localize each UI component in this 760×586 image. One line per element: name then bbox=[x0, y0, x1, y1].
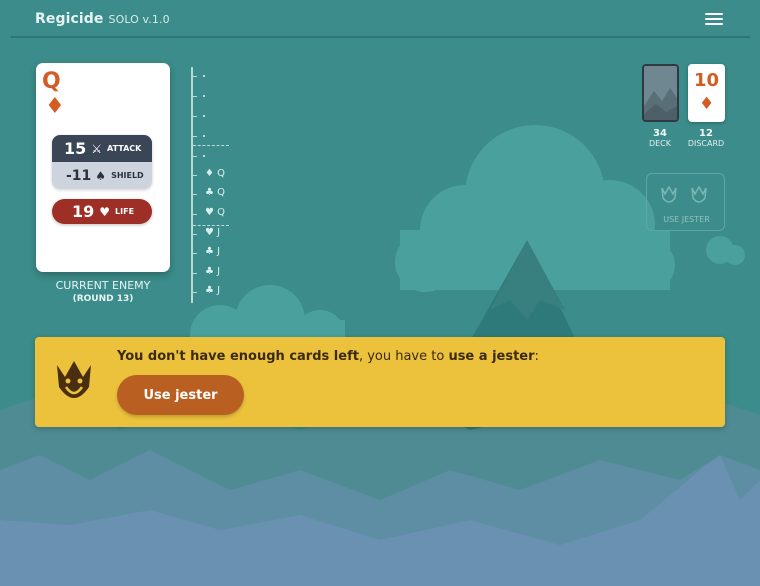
jester-icon bbox=[691, 186, 707, 203]
shield-stat: -11 ♠ SHIELD bbox=[52, 162, 152, 189]
app-header: Regicide SOLO v.1.0 bbox=[11, 0, 750, 38]
use-jester-alert-button[interactable]: Use jester bbox=[117, 375, 244, 415]
hamburger-menu-icon[interactable] bbox=[705, 13, 723, 27]
deck-back-icon bbox=[644, 66, 677, 120]
attack-value: 15 bbox=[64, 139, 87, 158]
deck-label: DECK bbox=[648, 139, 672, 148]
current-enemy-label: CURRENT ENEMY bbox=[55, 279, 151, 292]
diamond-suit-icon: ♦ bbox=[45, 94, 65, 119]
discard-pile[interactable]: 10 ♦ bbox=[688, 64, 725, 122]
enemy-progress-ladder: ♦ Q ♣ Q ♥ Q ♥ J ♣ J ♣ J ♣ J bbox=[191, 67, 241, 303]
discard-rank: 10 bbox=[694, 70, 720, 91]
ladder-step-done: ♣ J bbox=[191, 264, 241, 284]
shield-label: SHIELD bbox=[111, 171, 144, 180]
discard-count: 12 bbox=[699, 128, 713, 139]
deck-info: 34 DECK bbox=[637, 128, 683, 148]
ladder-step-done: ♣ J bbox=[191, 283, 241, 303]
round-label: (ROUND 13) bbox=[72, 294, 134, 304]
attack-stat: 15 ⚔ ATTACK bbox=[52, 135, 152, 162]
enemy-card: Q ♦ 15 ⚔ ATTACK -11 ♠ SHIELD 19 ♥ LIFE bbox=[36, 63, 170, 272]
ladder-step-done: ♣ Q bbox=[191, 185, 241, 205]
jester-alert-banner: You don't have enough cards left, you ha… bbox=[35, 337, 725, 427]
alert-message: You don't have enough cards left, you ha… bbox=[117, 349, 539, 364]
ladder-step bbox=[191, 147, 241, 167]
deck-pile[interactable] bbox=[642, 64, 679, 122]
diamond-suit-icon: ♦ bbox=[699, 94, 715, 114]
shield-value: -11 bbox=[66, 167, 92, 184]
discard-label: DISCARD bbox=[687, 139, 725, 148]
use-jester-button[interactable]: USE JESTER bbox=[646, 173, 725, 231]
jester-icon bbox=[661, 186, 677, 203]
ladder-step-done: ♥ J bbox=[191, 225, 241, 245]
jester-icon bbox=[57, 361, 91, 398]
ladder-step bbox=[191, 87, 241, 107]
ladder-step bbox=[191, 127, 241, 147]
app-title: Regicide SOLO v.1.0 bbox=[35, 11, 170, 27]
ladder-step-done: ♥ Q bbox=[191, 205, 241, 225]
discard-info: 12 DISCARD bbox=[683, 128, 729, 148]
app-version: SOLO v.1.0 bbox=[108, 13, 170, 26]
life-stat: 19 ♥ LIFE bbox=[52, 199, 152, 224]
ladder-step bbox=[191, 67, 241, 87]
enemy-caption: CURRENT ENEMY (ROUND 13) bbox=[36, 279, 170, 304]
life-label: LIFE bbox=[115, 207, 135, 216]
ladder-step bbox=[191, 107, 241, 127]
crossed-swords-icon: ⚔ bbox=[91, 141, 103, 156]
heart-icon: ♥ bbox=[99, 204, 111, 219]
ladder-step-current: ♦ Q bbox=[191, 166, 241, 186]
enemy-rank: Q bbox=[42, 69, 61, 94]
app-name: Regicide bbox=[35, 11, 104, 27]
attack-label: ATTACK bbox=[107, 144, 142, 153]
enemy-stats: 15 ⚔ ATTACK -11 ♠ SHIELD bbox=[52, 135, 152, 189]
life-value: 19 bbox=[72, 202, 95, 221]
use-jester-label: USE JESTER bbox=[663, 215, 710, 224]
spade-icon: ♠ bbox=[95, 168, 107, 183]
deck-count: 34 bbox=[653, 128, 667, 139]
ladder-step-done: ♣ J bbox=[191, 244, 241, 264]
